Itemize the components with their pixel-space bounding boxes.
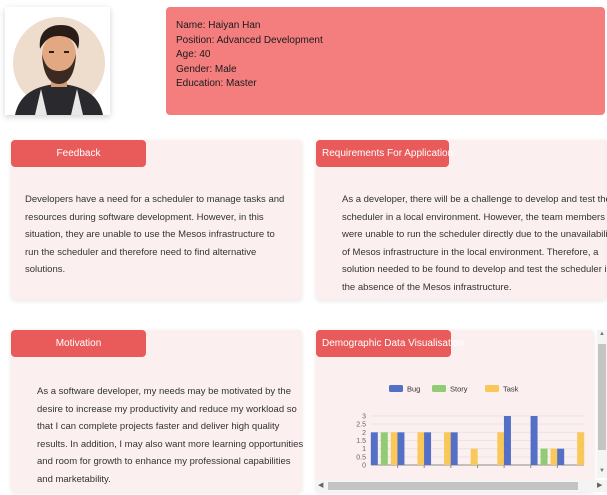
bar-bug — [503, 416, 511, 465]
avatar — [13, 17, 105, 115]
bar-bug — [370, 432, 378, 465]
y-tick-label: 0.5 — [356, 454, 366, 461]
profile-name: Name: Haiyan Han — [176, 20, 261, 31]
bar-task — [497, 432, 505, 465]
avatar-card — [5, 7, 110, 115]
bar-task — [470, 448, 478, 465]
bar-task — [417, 432, 425, 465]
legend-swatch-bug — [389, 385, 403, 392]
scroll-right-icon[interactable]: ▶ — [597, 480, 602, 492]
motivation-header: Motivation — [11, 330, 146, 357]
profile-age: Age: 40 — [176, 49, 211, 60]
horizontal-scroll-thumb[interactable] — [328, 482, 578, 490]
bar-bug — [557, 448, 565, 465]
legend-swatch-story — [432, 385, 446, 392]
bar-story — [540, 448, 548, 465]
scroll-down-icon[interactable]: ▼ — [597, 468, 607, 474]
profile-education: Education: Master — [176, 78, 257, 89]
bar-story — [380, 432, 388, 465]
feedback-header: Feedback — [11, 140, 146, 167]
bar-bug — [424, 432, 432, 465]
bar-task — [390, 432, 398, 465]
demographic-bar-chart: 0 0.511.522.53 Bug Story Task — [356, 385, 585, 470]
motivation-card: Motivation As a software developer, my n… — [11, 330, 304, 492]
scroll-left-icon[interactable]: ◀ — [318, 480, 323, 492]
legend-label-story: Story — [450, 385, 468, 394]
y-tick-label: 2 — [362, 430, 366, 437]
legend-swatch-task — [485, 385, 499, 392]
requirements-card: Requirements For Application As a develo… — [316, 140, 607, 300]
horizontal-scrollbar[interactable]: ◀ ▶ — [316, 480, 607, 492]
y-tick-label: 0 — [362, 463, 366, 470]
vertical-scrollbar[interactable]: ▲ ▼ — [597, 330, 607, 478]
bar-bug — [397, 432, 405, 465]
feedback-card: Feedback Developers have a need for a sc… — [11, 140, 302, 300]
requirements-text: As a developer, there will be a challeng… — [342, 194, 607, 293]
feedback-text: Developers have a need for a scheduler t… — [25, 194, 285, 276]
profile-gender: Gender: Male — [176, 63, 237, 75]
bar-bug — [530, 416, 538, 465]
legend-label-task: Task — [503, 385, 519, 394]
bar-task — [550, 448, 558, 465]
motivation-text: As a software developer, my needs may be… — [37, 386, 304, 485]
scroll-up-icon[interactable]: ▲ — [597, 331, 607, 337]
y-tick-label: 1 — [362, 446, 366, 453]
bar-task — [577, 432, 585, 465]
requirements-header: Requirements For Application — [316, 140, 453, 167]
y-tick-label: 3 — [362, 414, 366, 421]
visualisation-header: Demographic Data Visualisation — [316, 330, 464, 357]
y-tick-label: 1.5 — [356, 438, 366, 445]
bar-task — [444, 432, 452, 465]
legend-label-bug: Bug — [407, 385, 420, 394]
y-tick-label: 2.5 — [356, 422, 366, 429]
vertical-scroll-thumb[interactable] — [598, 344, 606, 450]
profile-panel: Name: Haiyan Han Position: Advanced Deve… — [166, 7, 605, 115]
bar-bug — [450, 432, 458, 465]
profile-position: Position: Advanced Development — [176, 34, 323, 46]
